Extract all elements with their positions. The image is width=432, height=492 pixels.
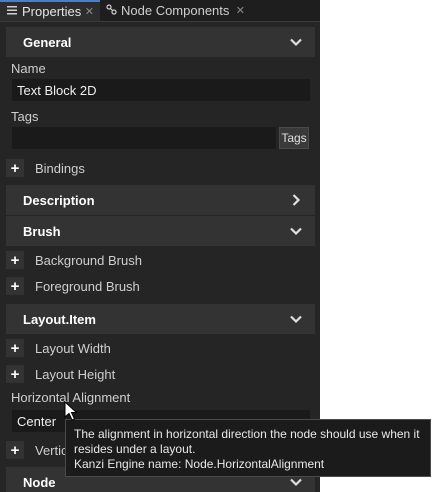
plus-icon[interactable]: + — [6, 365, 24, 383]
tags-field[interactable] — [12, 127, 276, 149]
layout-width-label: Layout Width — [35, 340, 111, 356]
section-layout-item-title: Layout.Item — [23, 311, 96, 327]
node-components-icon — [105, 3, 117, 18]
tab-node-components-label: Node Components — [121, 3, 230, 18]
section-general[interactable]: General — [6, 27, 315, 57]
plus-icon[interactable]: + — [6, 339, 24, 357]
background-brush-row[interactable]: + Background Brush — [6, 249, 142, 271]
section-description-title: Description — [23, 192, 95, 208]
section-node-title: Node — [23, 474, 56, 490]
background-brush-label: Background Brush — [35, 252, 142, 268]
chevron-down-icon — [290, 227, 302, 236]
chevron-down-icon — [290, 478, 302, 487]
section-brush-title: Brush — [23, 223, 61, 239]
tags-button[interactable]: Tags — [279, 127, 309, 149]
tab-properties[interactable]: Properties ✕ — [0, 0, 100, 21]
section-layout-item[interactable]: Layout.Item — [6, 304, 315, 334]
layout-width-row[interactable]: + Layout Width — [6, 337, 111, 359]
chevron-down-icon — [290, 38, 302, 47]
tooltip: The alignment in horizontal direction th… — [65, 419, 431, 477]
tooltip-line-1: The alignment in horizontal direction th… — [74, 427, 420, 441]
tab-bar: Properties ✕ Node Components ✕ — [0, 0, 320, 22]
vertical-alignment-row[interactable]: + Vertic — [6, 439, 68, 461]
bindings-label: Bindings — [35, 160, 85, 176]
tooltip-line-2: resides under a layout. — [74, 442, 196, 456]
layout-height-label: Layout Height — [35, 366, 116, 382]
mouse-cursor-icon — [64, 401, 78, 421]
plus-icon[interactable]: + — [6, 251, 24, 269]
close-icon[interactable]: ✕ — [85, 5, 94, 18]
tab-properties-label: Properties — [22, 4, 82, 19]
layout-height-row[interactable]: + Layout Height — [6, 363, 115, 385]
tooltip-line-3: Kanzi Engine name: Node.HorizontalAlignm… — [74, 457, 325, 471]
bindings-row[interactable]: + Bindings — [6, 157, 85, 179]
section-general-title: General — [23, 34, 72, 50]
foreground-brush-row[interactable]: + Foreground Brush — [6, 275, 140, 297]
tab-node-components[interactable]: Node Components ✕ — [101, 0, 251, 21]
chevron-right-icon — [292, 194, 301, 206]
section-description[interactable]: Description — [6, 185, 315, 215]
close-icon[interactable]: ✕ — [236, 4, 245, 17]
name-label: Name — [11, 61, 46, 76]
horizontal-alignment-value: Center — [17, 413, 57, 429]
chevron-down-icon — [290, 315, 302, 324]
vertical-alignment-label: Vertic — [35, 442, 68, 458]
section-brush[interactable]: Brush — [6, 216, 315, 246]
plus-icon[interactable]: + — [6, 441, 24, 459]
plus-icon[interactable]: + — [6, 277, 24, 295]
properties-icon — [6, 5, 18, 18]
plus-icon[interactable]: + — [6, 159, 24, 177]
foreground-brush-label: Foreground Brush — [35, 278, 140, 294]
name-field[interactable]: Text Block 2D — [12, 79, 310, 101]
tags-label: Tags — [11, 109, 39, 124]
